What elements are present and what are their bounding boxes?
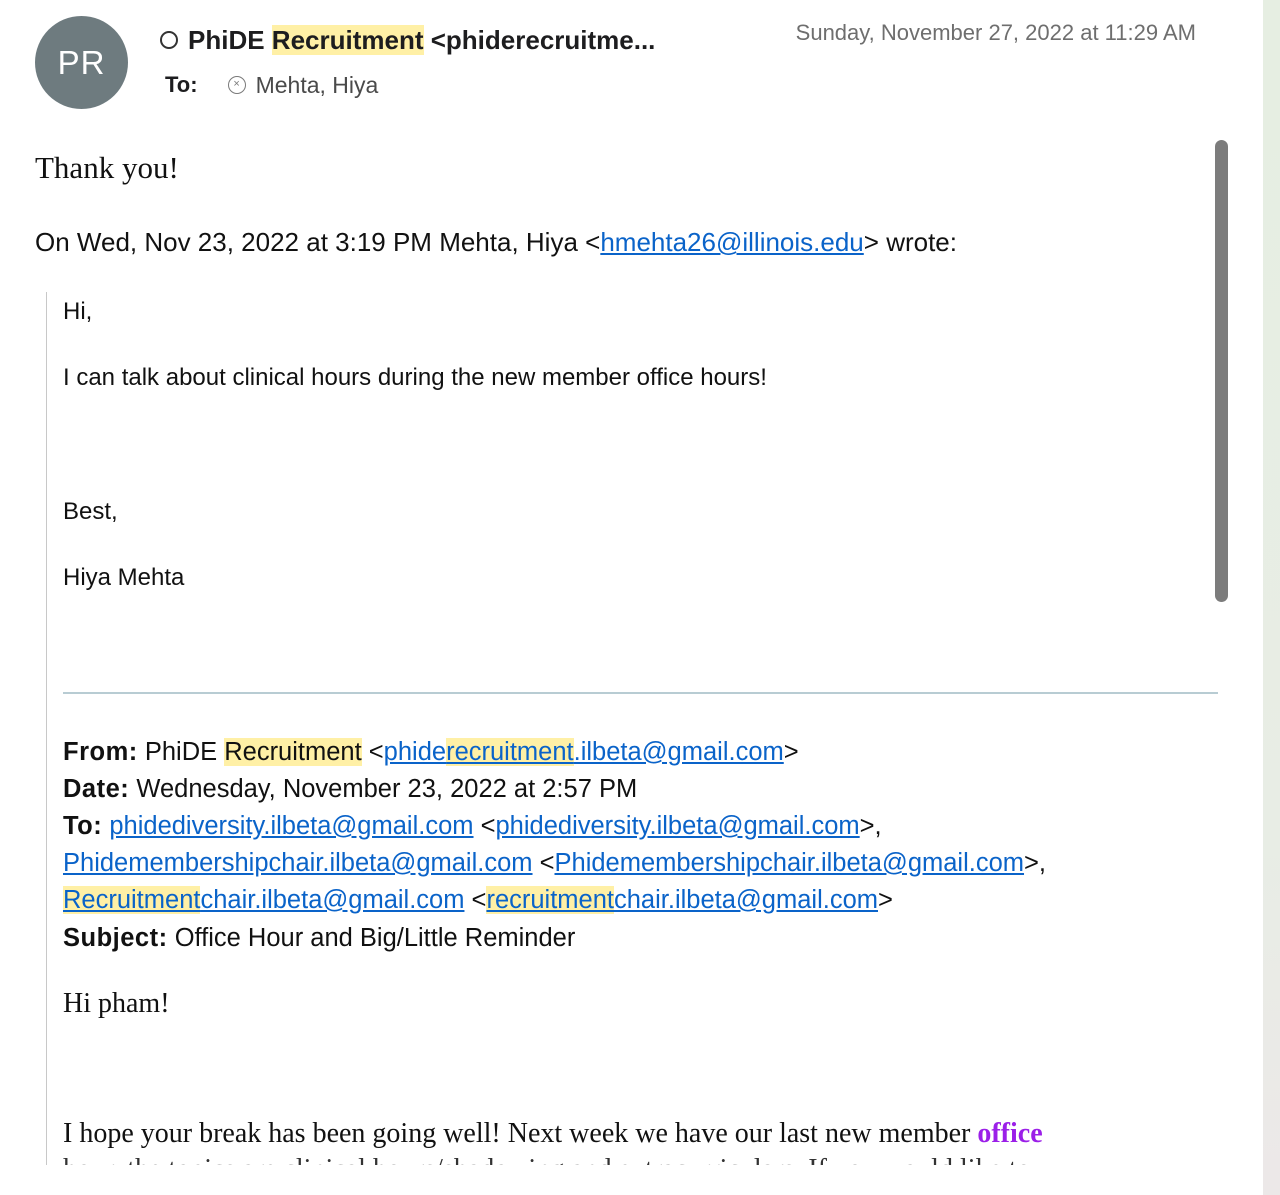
sender-avatar[interactable]: PR (35, 16, 128, 109)
message-date: Sunday, November 27, 2022 at 11:29 AM (795, 20, 1196, 45)
quoted-closing: Best, (63, 498, 118, 525)
forward-subject: Subject: Office Hour and Big/Little Remi… (63, 924, 576, 952)
forward-body: I hope your break has been going well! N… (63, 1118, 1043, 1149)
forward-to: To: phidediversity.ilbeta@gmail.com <phi… (63, 812, 882, 840)
to-email-link-3[interactable]: Recruitmentchair.ilbeta@gmail.com (63, 886, 464, 914)
to-email-link-2[interactable]: Phidemembershipchair.ilbeta@gmail.com (63, 849, 533, 877)
forward-from: From: PhiDE Recruitment <phiderecruitmen… (63, 738, 799, 766)
wrote-email-link[interactable]: hmehta26@illinois.edu (600, 227, 863, 257)
reply-text: Thank you! (35, 150, 179, 185)
quoted-message: Hi, I can talk about clinical hours duri… (46, 292, 1219, 1195)
to-label: To: (165, 72, 198, 97)
background-strip (1263, 0, 1280, 1195)
from-email-link[interactable]: phiderecruitment.ilbeta@gmail.com (384, 738, 784, 766)
quoted-greeting: Hi, (63, 298, 93, 325)
sender-row: PhiDE Recruitment <phiderecruitme... (160, 23, 655, 57)
avatar-initials: PR (57, 43, 106, 81)
office-hour-link[interactable]: office (977, 1118, 1042, 1149)
forward-to-line2: Phidemembershipchair.ilbeta@gmail.com <P… (63, 849, 1046, 877)
quote-divider (63, 692, 1218, 694)
to-email-link-3b[interactable]: recruitmentchair.ilbeta@gmail.com (486, 886, 878, 914)
email-window: PR PhiDE Recruitment <phiderecruitme... … (0, 0, 1263, 1195)
to-email-link-1b[interactable]: phidediversity.ilbeta@gmail.com (496, 812, 860, 840)
to-recipient[interactable]: Mehta, Hiya (256, 72, 379, 99)
vertical-scrollbar[interactable] (1215, 140, 1228, 602)
bottom-edge (0, 1165, 1263, 1195)
quoted-line: I can talk about clinical hours during t… (63, 364, 767, 391)
quoted-signature: Hiya Mehta (63, 564, 185, 591)
forward-date: Date: Wednesday, November 23, 2022 at 2:… (63, 775, 638, 803)
to-row: To: × Mehta, Hiya (165, 70, 378, 100)
forward-to-line3: Recruitmentchair.ilbeta@gmail.com <recru… (63, 886, 893, 914)
to-email-link-2b[interactable]: Phidemembershipchair.ilbeta@gmail.com (555, 849, 1025, 877)
to-email-link-1[interactable]: phidediversity.ilbeta@gmail.com (109, 812, 473, 840)
unread-circle-icon[interactable] (160, 31, 178, 49)
wrote-line: On Wed, Nov 23, 2022 at 3:19 PM Mehta, H… (35, 227, 957, 257)
forward-greeting: Hi pham! (63, 988, 170, 1019)
sender-name[interactable]: PhiDE Recruitment <phiderecruitme... (188, 24, 655, 56)
remove-recipient-icon[interactable]: × (227, 76, 246, 94)
